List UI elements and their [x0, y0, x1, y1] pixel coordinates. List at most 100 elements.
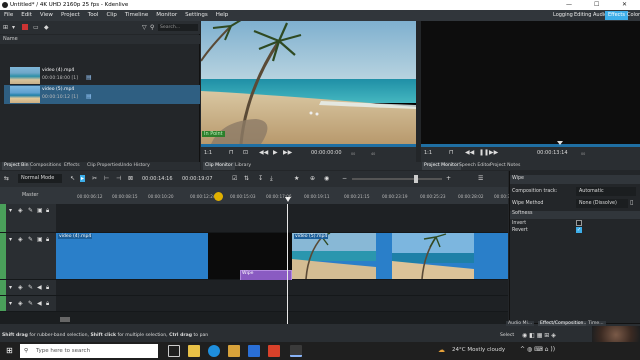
tab-clip-properties[interactable]: Clip Properties	[85, 162, 122, 170]
playhead-icon[interactable]	[285, 197, 291, 202]
clip-monitor[interactable]: In Point	[200, 19, 416, 162]
filter-icon[interactable]: ▽	[142, 24, 147, 31]
tab-project-bin[interactable]: Project Bin	[2, 162, 31, 170]
select-tool-icon[interactable]: ↖	[70, 175, 75, 182]
timeline-clip[interactable]: video (4).mp4	[56, 233, 208, 279]
weather-text[interactable]: 24°C Mostly cloudy	[452, 347, 505, 353]
tab-library[interactable]: Library	[233, 162, 253, 170]
mark-icon[interactable]: ⊓	[449, 149, 454, 156]
zoom-select[interactable]: 1:1	[424, 150, 432, 156]
effects-icon[interactable]: ✎	[28, 284, 33, 291]
insert-icon[interactable]: ↧	[258, 175, 263, 182]
status-icons[interactable]: ◉ ◧ ▦ ⊞ ◈	[522, 332, 556, 339]
track-header-a2[interactable]: ▾ ◈ ✎ ◀ 🔒︎	[0, 296, 56, 312]
track-header-v2[interactable]: ▾ ◈ ✎ ▣ 🔒︎	[0, 204, 56, 233]
maximize-button[interactable]: ☐	[594, 0, 599, 10]
tab-effects[interactable]: Effects	[62, 162, 82, 170]
menu-timeline[interactable]: Timeline	[121, 10, 152, 21]
favorite-icon[interactable]: ★	[294, 175, 299, 182]
tab-audio-mixer[interactable]: Audio Mi...	[506, 321, 535, 326]
zoom-select[interactable]: 1:1	[204, 150, 212, 156]
wipe-method-select[interactable]: None (Dissolve)	[576, 199, 628, 208]
task-view-icon[interactable]	[168, 345, 180, 357]
lock-icon[interactable]: 🔒︎	[46, 284, 49, 292]
edit-mode-select[interactable]: Normal Mode	[18, 174, 62, 183]
project-monitor-timecode[interactable]: 00:00:13:14	[537, 150, 568, 156]
mute-icon[interactable]: ◈	[18, 207, 23, 214]
kdenlive-taskbar-icon[interactable]	[290, 345, 302, 357]
close-button[interactable]: ✕	[622, 0, 627, 10]
hamburger-menu-icon[interactable]: ☰	[478, 175, 483, 182]
track-header-a1[interactable]: ▾ ◈ ✎ ◀ 🔒︎	[0, 280, 56, 296]
ripple-tool-icon[interactable]: ⊠	[128, 175, 133, 182]
hide-icon[interactable]: ▣	[37, 207, 43, 214]
rewind-icon[interactable]: ◀◀	[259, 149, 268, 156]
rewind-icon[interactable]: ◀◀	[465, 149, 474, 156]
timeline-clip[interactable]: video (5).mp4	[292, 233, 508, 279]
system-tray-icons[interactable]: ^ ◍ ⌨ ⌂ ))	[520, 346, 555, 353]
delete-icon[interactable]	[22, 24, 28, 30]
folder-icon[interactable]	[228, 345, 240, 357]
tag-filter-icon[interactable]: ⚲	[150, 24, 154, 31]
track-target[interactable]	[0, 296, 6, 311]
fast-forward-icon[interactable]: ▶▶	[489, 149, 498, 156]
taskbar-search-input[interactable]: ⚲ Type here to search	[20, 344, 158, 358]
bin-clip-item-selected[interactable]: video (5).mp4 00:00:10:12 [1] ▤	[4, 85, 200, 104]
zoom-in-icon[interactable]: +	[446, 175, 451, 182]
bin-column-header[interactable]: Name	[0, 35, 200, 44]
tab-clip-monitor[interactable]: Clip Monitor	[203, 162, 235, 170]
windows-start-icon[interactable]: ⊞	[6, 346, 13, 355]
zoom-slider-handle[interactable]	[414, 175, 418, 183]
audio-icon[interactable]: ◀	[37, 284, 42, 291]
tab-undo-history[interactable]: Undo History	[118, 162, 152, 170]
overwrite-icon[interactable]: ⤓	[270, 175, 273, 183]
minimize-button[interactable]: —	[566, 0, 572, 10]
zoom-slider[interactable]	[352, 178, 442, 180]
timeline-timecode[interactable]: 00:00:14:16	[142, 176, 173, 182]
menu-icon[interactable]: ▾	[12, 24, 15, 31]
effects-icon[interactable]: ✎	[28, 236, 33, 243]
file-explorer-icon[interactable]	[188, 345, 200, 357]
composition-track-select[interactable]: Automatic	[576, 187, 636, 196]
pause-icon[interactable]: ❚❚	[479, 149, 489, 156]
add-marker-icon[interactable]: ⊕	[310, 175, 315, 182]
folder-icon[interactable]: ▭	[33, 24, 39, 31]
office-icon[interactable]	[268, 345, 280, 357]
project-monitor[interactable]	[421, 21, 640, 162]
mute-icon[interactable]: ◈	[18, 300, 23, 307]
edge-icon[interactable]	[208, 345, 220, 357]
track-lane-v2[interactable]	[56, 204, 508, 233]
slip-tool-icon[interactable]: ⊣	[116, 175, 121, 182]
audio-icon[interactable]: ◀	[37, 300, 42, 307]
track-lane-a1[interactable]	[56, 280, 508, 296]
tab-compositions[interactable]: Compositions	[28, 162, 63, 170]
menu-view[interactable]: View	[36, 10, 57, 21]
tab-project-monitor[interactable]: Project Monitor	[422, 162, 461, 170]
split-audio-icon[interactable]: ⇅	[244, 175, 249, 182]
snap-icon[interactable]: ☑	[232, 175, 237, 182]
workspace-color[interactable]: Color	[624, 11, 640, 20]
menu-project[interactable]: Project	[57, 10, 84, 21]
mark-icon[interactable]: ⊓	[229, 149, 234, 156]
lock-icon[interactable]: 🔒︎	[46, 236, 49, 244]
spacer-tool-icon[interactable]: ⊢	[104, 175, 109, 182]
hide-icon[interactable]: ▣	[37, 236, 43, 243]
track-header-v1[interactable]: ▾ ◈ ✎ ▣ 🔒︎	[0, 233, 56, 280]
fast-forward-icon[interactable]: ▶▶	[283, 149, 292, 156]
menu-help[interactable]: Help	[212, 10, 233, 21]
effects-icon[interactable]: ✎	[28, 300, 33, 307]
menu-clip[interactable]: Clip	[102, 10, 120, 21]
lock-icon[interactable]: 🔒︎	[46, 207, 49, 215]
play-icon[interactable]: ▶	[273, 149, 278, 156]
razor-tool-icon[interactable]: ✂	[92, 175, 97, 182]
project-monitor-ruler-bar[interactable]	[421, 144, 640, 147]
track-menu-icon[interactable]: ⇆	[4, 175, 9, 182]
collapse-icon[interactable]: ▾	[9, 284, 12, 291]
horizontal-scrollbar-handle[interactable]	[60, 317, 70, 322]
pointer-tool-icon[interactable]: ▸	[80, 175, 86, 182]
tag-icon[interactable]: ◆	[44, 24, 49, 31]
menu-settings[interactable]: Settings	[181, 10, 212, 21]
menu-edit[interactable]: Edit	[17, 10, 36, 21]
menu-tool[interactable]: Tool	[84, 10, 103, 21]
revert-checkbox[interactable]: ✓	[576, 227, 582, 233]
